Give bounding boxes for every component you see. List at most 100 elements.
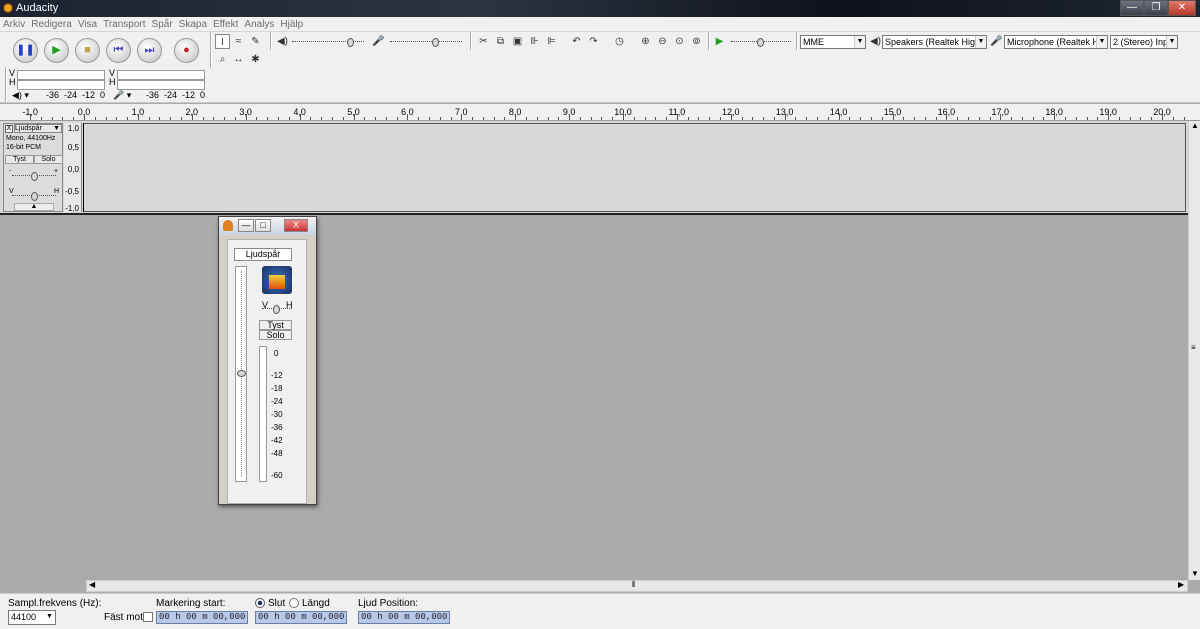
vertical-scrollbar[interactable]: ▲ ≡ ▼ <box>1188 121 1200 580</box>
ruler-tick <box>213 117 215 120</box>
track-close-button[interactable]: X <box>5 125 13 133</box>
draw-tool-icon[interactable]: ✎ <box>248 34 263 49</box>
recording-meter-r[interactable] <box>117 80 205 90</box>
snap-to-checkbox[interactable] <box>143 612 153 622</box>
scroll-right-icon[interactable]: ▶ <box>1178 580 1184 589</box>
recording-volume-slider[interactable] <box>390 37 462 47</box>
playback-meter-speaker-icon[interactable]: ◀) ▾ <box>12 90 29 101</box>
redo-icon[interactable]: ↷ <box>586 34 601 49</box>
playback-meter-r[interactable] <box>17 80 105 90</box>
ruler-tick <box>288 117 290 120</box>
scroll-down-icon[interactable]: ▼ <box>1191 569 1199 578</box>
fit-project-icon[interactable]: ⊚ <box>689 34 704 49</box>
menu-hjalp[interactable]: Hjälp <box>277 17 306 32</box>
play-at-speed-icon[interactable]: ▶ <box>712 34 727 49</box>
collapse-track-icon[interactable]: ▲ <box>14 203 54 211</box>
close-button[interactable]: ✕ <box>1168 0 1196 16</box>
multi-tool-icon[interactable]: ✱ <box>248 52 263 67</box>
recording-meter-mic-icon[interactable]: 🎤 ▾ <box>113 90 131 101</box>
mixer-title-bar[interactable]: — □ X <box>219 217 316 235</box>
playback-device-select[interactable]: Speakers (Realtek High D ▼ <box>882 35 987 49</box>
sample-rate-value: 44100 <box>11 612 37 622</box>
menu-redigera[interactable]: Redigera <box>28 17 75 32</box>
minimize-button[interactable]: — <box>1120 0 1144 16</box>
selection-end-time[interactable]: 00 h 00 m 00,000 s <box>255 611 347 624</box>
meter-tick: 0 <box>200 90 206 100</box>
skip-to-end-button[interactable]: ⏭ <box>137 38 162 63</box>
selection-tool-icon[interactable]: I <box>215 34 230 49</box>
skip-to-start-button[interactable]: ⏮ <box>106 38 131 63</box>
mixer-minimize-button[interactable]: — <box>238 219 254 232</box>
meter-scale-label: 0 <box>274 349 279 358</box>
fit-selection-icon[interactable]: ⊙ <box>672 34 687 49</box>
menu-arkiv[interactable]: Arkiv <box>0 17 28 32</box>
scroll-grip-icon[interactable]: ⦀ <box>632 580 636 590</box>
track-gain-slider[interactable] <box>12 171 56 181</box>
restore-button[interactable]: ❐ <box>1144 0 1168 16</box>
horizontal-scrollbar[interactable]: ◀ ⦀ ▶ <box>86 580 1188 592</box>
amplitude-scale[interactable]: 1,0 0,5 0,0 -0,5 -1,0 <box>64 123 82 213</box>
menu-analys[interactable]: Analys <box>241 17 277 32</box>
track-name-menu[interactable]: Ljudspår ▼ <box>14 124 62 133</box>
play-speed-slider[interactable] <box>731 37 791 47</box>
mixer-solo-button[interactable]: Solo <box>259 330 292 340</box>
ruler-tick <box>331 117 333 120</box>
scroll-grip-icon[interactable]: ≡ <box>1191 343 1196 352</box>
selection-start-time[interactable]: 00 h 00 m 00,000 s <box>156 611 248 624</box>
recording-device-select[interactable]: Microphone (Realtek Hig ▼ <box>1004 35 1108 49</box>
recording-meter-l[interactable] <box>117 70 205 80</box>
ruler-tick <box>827 117 829 120</box>
copy-icon[interactable]: ⧉ <box>493 34 508 49</box>
envelope-tool-icon[interactable]: ≈ <box>231 34 246 49</box>
zoom-in-icon[interactable]: ⊕ <box>638 34 653 49</box>
length-radio[interactable] <box>289 598 299 608</box>
sync-lock-icon[interactable]: ◷ <box>612 34 627 49</box>
waveform-area[interactable] <box>83 123 1186 212</box>
menu-effekt[interactable]: Effekt <box>210 17 241 32</box>
channels-select[interactable]: 2 (Stereo) Inp ▼ <box>1110 35 1178 49</box>
ruler-tick <box>439 117 441 120</box>
mixer-close-button[interactable]: X <box>284 219 308 232</box>
ruler-tick <box>666 117 668 120</box>
zoom-out-icon[interactable]: ⊖ <box>655 34 670 49</box>
track-mute-button[interactable]: Tyst <box>5 155 34 164</box>
undo-icon[interactable]: ↶ <box>569 34 584 49</box>
stop-button[interactable]: ■ <box>75 38 100 63</box>
mixer-gain-slider[interactable] <box>235 266 247 482</box>
menu-transport[interactable]: Transport <box>100 17 148 32</box>
record-button[interactable]: ● <box>174 38 199 63</box>
pause-button[interactable]: ❚❚ <box>13 38 38 63</box>
sample-rate-select[interactable]: 44100 ▼ <box>8 610 56 625</box>
trim-icon[interactable]: ⊪ <box>527 34 542 49</box>
microphone-icon: 🎤 <box>990 36 1003 47</box>
time-shift-tool-icon[interactable]: ↔ <box>231 52 246 67</box>
playback-meter-l[interactable] <box>17 70 105 80</box>
menu-visa[interactable]: Visa <box>75 17 100 32</box>
timeline-ruler[interactable]: -1,0 0,0 1,0 2,0 3,0 4,0 5,0 6,0 7,0 8,0 9,0 10,0 11… <box>0 104 1200 121</box>
zoom-tool-icon[interactable]: ⌕ <box>215 52 230 67</box>
menu-skapa[interactable]: Skapa <box>176 17 210 32</box>
ruler-tick <box>278 117 280 120</box>
play-button[interactable]: ▶ <box>44 38 69 63</box>
ruler-tick <box>1043 117 1045 120</box>
mixer-pan-slider[interactable] <box>262 304 292 314</box>
audacity-icon <box>223 220 233 231</box>
scroll-left-icon[interactable]: ◀ <box>89 580 95 589</box>
menu-spar[interactable]: Spår <box>149 17 176 32</box>
end-radio[interactable] <box>255 598 265 608</box>
track-solo-button[interactable]: Solo <box>34 155 63 164</box>
meter-tick: -12 <box>82 90 96 100</box>
cut-icon[interactable]: ✂ <box>476 34 491 49</box>
mixer-maximize-button[interactable]: □ <box>255 219 271 232</box>
ruler-tick <box>224 117 226 120</box>
playback-volume-slider[interactable] <box>292 37 364 47</box>
scroll-up-icon[interactable]: ▲ <box>1191 121 1199 130</box>
audio-host-select[interactable]: MME ▼ <box>800 35 866 49</box>
channels-value: 2 (Stereo) Inp <box>1113 37 1169 47</box>
ruler-tick <box>730 114 732 120</box>
mixer-mute-button[interactable]: Tyst <box>259 320 292 330</box>
silence-icon[interactable]: ⊫ <box>544 34 559 49</box>
audio-position-time[interactable]: 00 h 00 m 00,000 s <box>358 611 450 624</box>
track-pan-slider[interactable] <box>12 191 56 201</box>
paste-icon[interactable]: ▣ <box>510 34 525 49</box>
